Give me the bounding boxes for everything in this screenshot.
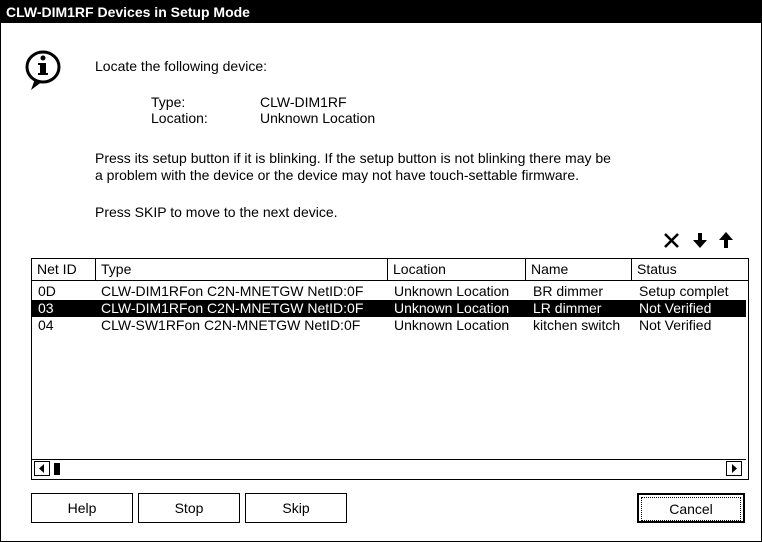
column-header-filler xyxy=(742,259,748,281)
scroll-left-icon[interactable] xyxy=(34,461,50,476)
status-cell: Not Verified xyxy=(639,300,712,316)
table-row-selected[interactable]: 03 CLW-DIM1RFon C2N-MNETGW NetID:0F Unkn… xyxy=(32,300,746,317)
location-cell: Unknown Location xyxy=(394,317,510,333)
close-icon[interactable] xyxy=(661,229,683,251)
location-label: Location: xyxy=(151,110,208,126)
arrow-down-icon[interactable] xyxy=(689,229,711,251)
table-row[interactable]: 04 CLW-SW1RFon C2N-MNETGW NetID:0F Unkno… xyxy=(32,317,746,334)
location-cell: Unknown Location xyxy=(394,283,510,299)
info-icon xyxy=(25,50,61,90)
stop-button[interactable]: Stop xyxy=(138,493,240,523)
netid-cell: 0D xyxy=(38,283,56,299)
intro-text: Locate the following device: xyxy=(95,58,267,74)
setup-mode-dialog: CLW-DIM1RF Devices in Setup Mode Locate … xyxy=(0,0,762,542)
dialog-title: CLW-DIM1RF Devices in Setup Mode xyxy=(1,1,761,23)
column-header-name[interactable]: Name xyxy=(526,259,632,281)
table-row[interactable]: 0D CLW-DIM1RFon C2N-MNETGW NetID:0F Unkn… xyxy=(32,283,746,300)
cancel-button[interactable]: Cancel xyxy=(637,493,745,523)
name-cell: kitchen switch xyxy=(533,317,621,333)
status-cell: Not Verified xyxy=(639,317,712,333)
skip-button[interactable]: Skip xyxy=(245,493,347,523)
name-cell: LR dimmer xyxy=(533,300,602,316)
status-cell: Setup complet xyxy=(639,283,729,299)
netid-cell: 03 xyxy=(38,300,54,316)
netid-cell: 04 xyxy=(38,317,54,333)
column-header-netid[interactable]: Net ID xyxy=(32,259,96,281)
location-value: Unknown Location xyxy=(260,110,376,126)
type-label: Type: xyxy=(151,94,186,110)
column-header-location[interactable]: Location xyxy=(388,259,526,281)
type-cell: CLW-DIM1RFon C2N-MNETGW NetID:0F xyxy=(101,283,364,299)
type-cell: CLW-SW1RFon C2N-MNETGW NetID:0F xyxy=(101,317,361,333)
instruction-line-2: a problem with the device or the device … xyxy=(95,167,580,183)
skip-note: Press SKIP to move to the next device. xyxy=(95,204,338,220)
instruction-line-1: Press its setup button if it is blinking… xyxy=(95,150,611,166)
cancel-button-label: Cancel xyxy=(641,497,741,521)
help-button[interactable]: Help xyxy=(31,493,133,523)
type-cell: CLW-DIM1RFon C2N-MNETGW NetID:0F xyxy=(101,300,364,316)
scrollbar-thumb[interactable] xyxy=(54,463,60,475)
column-header-status[interactable]: Status xyxy=(632,259,742,281)
horizontal-scrollbar[interactable] xyxy=(32,459,746,478)
location-cell: Unknown Location xyxy=(394,300,510,316)
column-header-type[interactable]: Type xyxy=(96,259,388,281)
type-value: CLW-DIM1RF xyxy=(260,94,347,110)
arrow-up-icon[interactable] xyxy=(715,229,737,251)
device-list[interactable]: Net ID Type Location Name Status 0D CLW-… xyxy=(31,258,749,480)
scroll-right-icon[interactable] xyxy=(726,461,742,476)
name-cell: BR dimmer xyxy=(533,283,604,299)
